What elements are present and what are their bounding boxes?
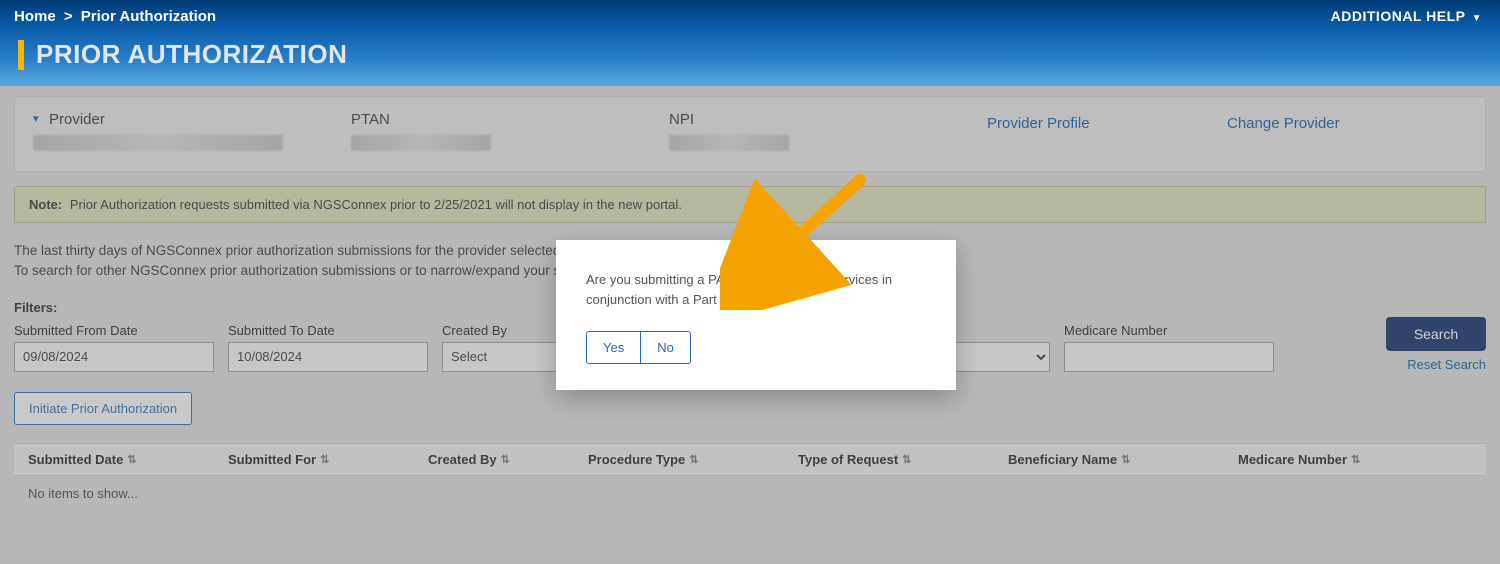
ptan-label: PTAN: [351, 111, 390, 128]
col-submitted-date[interactable]: Submitted Date ⇅: [28, 452, 228, 467]
search-button[interactable]: Search: [1386, 317, 1486, 351]
additional-help-link[interactable]: ADDITIONAL HELP ▼: [1331, 8, 1482, 24]
provider-value-redacted: [33, 135, 283, 151]
col-beneficiary-name[interactable]: Beneficiary Name ⇅: [1008, 452, 1238, 467]
note-text: Prior Authorization requests submitted v…: [70, 197, 682, 212]
col-created-by[interactable]: Created By ⇅: [428, 452, 588, 467]
npi-label: NPI: [669, 111, 694, 128]
chevron-down-icon: ▼: [1472, 13, 1482, 24]
npi-value-redacted: [669, 135, 789, 151]
sort-icon: ⇅: [1121, 453, 1130, 466]
par-question-modal: Are you submitting a PAR for certain OPD…: [556, 240, 956, 390]
breadcrumb-sep: >: [64, 8, 73, 25]
submitted-to-input[interactable]: [228, 342, 428, 372]
modal-text: Are you submitting a PAR for certain OPD…: [586, 270, 926, 309]
medicare-number-input[interactable]: [1064, 342, 1274, 372]
sort-icon: ⇅: [902, 453, 911, 466]
title-accent-bar: [18, 40, 24, 70]
breadcrumb-home[interactable]: Home: [14, 8, 56, 25]
provider-block[interactable]: ▾ Provider: [33, 111, 351, 151]
sort-icon: ⇅: [689, 453, 698, 466]
breadcrumb: Home > Prior Authorization: [0, 0, 1500, 25]
note-prefix: Note:: [29, 197, 62, 212]
modal-no-button[interactable]: No: [641, 331, 691, 364]
sort-icon: ⇅: [127, 453, 136, 466]
page-title: PRIOR AUTHORIZATION: [36, 39, 347, 70]
submitted-from-input[interactable]: [14, 342, 214, 372]
modal-yes-button[interactable]: Yes: [586, 331, 641, 364]
reset-search-link[interactable]: Reset Search: [1407, 357, 1486, 372]
breadcrumb-current: Prior Authorization: [81, 8, 216, 25]
ptan-block: PTAN: [351, 111, 669, 151]
page-title-wrap: PRIOR AUTHORIZATION: [0, 25, 1500, 70]
table-header-row: Submitted Date ⇅ Submitted For ⇅ Created…: [14, 443, 1486, 476]
note-bar: Note: Prior Authorization requests submi…: [14, 186, 1486, 223]
col-procedure-type[interactable]: Procedure Type ⇅: [588, 452, 798, 467]
sort-icon: ⇅: [320, 453, 329, 466]
chevron-down-icon: ▾: [33, 112, 39, 125]
npi-block: NPI: [669, 111, 987, 151]
sort-icon: ⇅: [501, 453, 510, 466]
change-provider-link[interactable]: Change Provider: [1227, 115, 1340, 132]
provider-bar: ▾ Provider PTAN NPI Provider Profile Cha…: [14, 96, 1486, 172]
col-submitted-for[interactable]: Submitted For ⇅: [228, 452, 428, 467]
additional-help-label: ADDITIONAL HELP: [1331, 8, 1466, 24]
top-banner: Home > Prior Authorization ADDITIONAL HE…: [0, 0, 1500, 86]
table-empty-message: No items to show...: [14, 476, 1486, 511]
initiate-prior-authorization-button[interactable]: Initiate Prior Authorization: [14, 392, 192, 425]
submitted-to-label: Submitted To Date: [228, 323, 428, 338]
provider-profile-link[interactable]: Provider Profile: [987, 115, 1090, 132]
sort-icon: ⇅: [1351, 453, 1360, 466]
col-type-of-request[interactable]: Type of Request ⇅: [798, 452, 1008, 467]
provider-label: Provider: [49, 111, 105, 128]
medicare-number-label: Medicare Number: [1064, 323, 1274, 338]
submitted-from-label: Submitted From Date: [14, 323, 214, 338]
ptan-value-redacted: [351, 135, 491, 151]
col-medicare-number[interactable]: Medicare Number ⇅: [1238, 452, 1472, 467]
